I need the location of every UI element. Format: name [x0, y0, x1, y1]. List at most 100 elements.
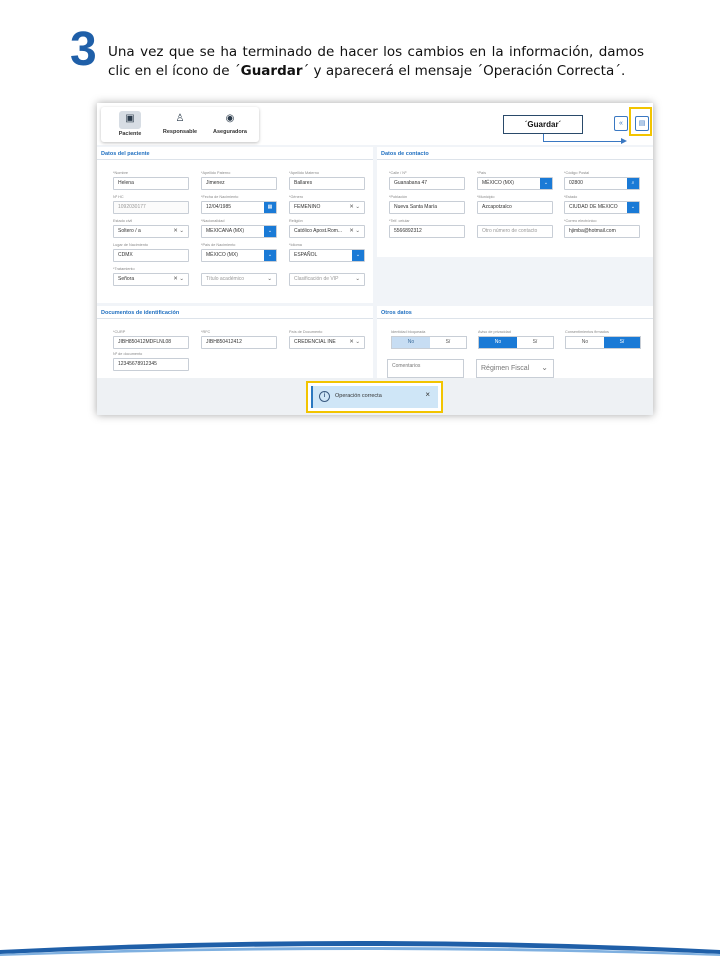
- documents-panel-title: Documentos de identificación: [101, 310, 180, 316]
- field-value[interactable]: Jimenez: [201, 177, 277, 190]
- field-label: Religión: [289, 219, 303, 223]
- divider: [377, 159, 653, 160]
- contact-panel: Datos de contacto *Calle / Nº Guanabana 4…: [377, 147, 653, 257]
- toast-highlight-box: i Operación correcta ×: [306, 381, 443, 413]
- field-value[interactable]: 12/04/1985 ▦: [201, 201, 277, 214]
- field-label: *Estado: [564, 195, 578, 199]
- field-value[interactable]: 12345678912345: [113, 358, 189, 371]
- field-value[interactable]: FEMENINO ✕ ⌄: [289, 201, 365, 214]
- app-screenshot: ▣ Paciente ♙ Responsable ◉ Aseguradora ´…: [97, 103, 653, 415]
- search-icon[interactable]: ⌕: [627, 178, 639, 189]
- field-value[interactable]: CDMX: [113, 249, 189, 262]
- field-value[interactable]: Señora ✕ ⌄: [113, 273, 189, 286]
- nav-tab-label: Paciente: [118, 131, 142, 137]
- nav-tab-label: Aseguradora: [213, 129, 247, 135]
- field-value[interactable]: Título académico ⌄: [201, 273, 277, 286]
- money-card-icon: ◉: [225, 113, 235, 124]
- divider: [377, 318, 653, 319]
- patient-panel-title: Datos del paciente: [101, 151, 150, 157]
- field-value[interactable]: CIUDAD DE MEXICO ⌄: [564, 201, 640, 214]
- field-label: *Municipio: [477, 195, 495, 199]
- person-add-icon: ♙: [175, 113, 185, 124]
- privacy-notice-toggle[interactable]: No Sí: [478, 336, 554, 349]
- patient-panel: Datos del paciente *Nombre Helena *Apelli…: [97, 147, 373, 303]
- nav-tab-label: Responsable: [162, 129, 198, 135]
- footer-wave-decoration: [0, 941, 720, 956]
- field-value[interactable]: Otro número de contacto: [477, 225, 553, 238]
- chevron-down-icon[interactable]: ⌄: [264, 250, 276, 261]
- field-value[interactable]: CREDENCIAL INE ✕ ⌄: [289, 336, 365, 349]
- chevron-down-icon[interactable]: ⌄: [267, 274, 272, 285]
- comments-textarea[interactable]: Comentarios: [387, 359, 464, 378]
- clear-chevron-icon[interactable]: ✕ ⌄: [173, 226, 184, 237]
- field-value[interactable]: Católico Apost.Rom... ✕ ⌄: [289, 225, 365, 238]
- field-label: *Correo electrónico: [564, 219, 597, 223]
- toggle-option-no[interactable]: No: [479, 337, 517, 348]
- field-value[interactable]: Soltero / a ✕ ⌄: [113, 225, 189, 238]
- field-value[interactable]: JIBH850412412: [201, 336, 277, 349]
- chevron-down-icon[interactable]: ⌄: [352, 250, 364, 261]
- field-value[interactable]: Azcapotzalco: [477, 201, 553, 214]
- back-arrow-icon: «: [619, 120, 623, 127]
- chevron-down-icon[interactable]: ⌄: [355, 274, 360, 285]
- field-label: *Calle / Nº: [389, 171, 407, 175]
- chevron-down-icon[interactable]: ⌄: [540, 178, 552, 189]
- field-label: Nº HC: [113, 195, 124, 199]
- signed-consents-toggle[interactable]: No Sí: [565, 336, 641, 349]
- field-value[interactable]: Helena: [113, 177, 189, 190]
- toast-message: Operación correcta: [335, 393, 382, 399]
- field-label: *Población: [389, 195, 408, 199]
- nav-tab-responsable[interactable]: ♙ Responsable: [155, 109, 205, 141]
- divider: [97, 159, 373, 160]
- identity-blocked-toggle[interactable]: No Sí: [391, 336, 467, 349]
- field-value[interactable]: 5566892312: [389, 225, 465, 238]
- toggle-option-yes[interactable]: Sí: [430, 337, 466, 348]
- field-label: *Idioma: [289, 243, 302, 247]
- clear-chevron-icon[interactable]: ✕ ⌄: [349, 337, 360, 348]
- field-label: Lugar de Nacimiento: [113, 243, 149, 247]
- field-label: *Nombre: [113, 171, 128, 175]
- chevron-down-icon[interactable]: ⌄: [264, 226, 276, 237]
- field-value[interactable]: 02800 ⌕: [564, 177, 640, 190]
- section-nav: ▣ Paciente ♙ Responsable ◉ Aseguradora: [101, 107, 259, 142]
- field-label: *Género: [289, 195, 304, 199]
- toggle-option-yes[interactable]: Sí: [517, 337, 553, 348]
- field-value[interactable]: Clasificación de VIP ⌄: [289, 273, 365, 286]
- calendar-icon[interactable]: ▦: [264, 202, 276, 213]
- instruction-text: Una vez que se ha terminado de hacer los…: [108, 44, 644, 79]
- field-value[interactable]: hjimba@hotmail.com: [564, 225, 640, 238]
- field-value: 1092030177: [113, 201, 189, 214]
- clear-chevron-icon[interactable]: ✕ ⌄: [349, 202, 360, 213]
- field-value[interactable]: MEXICANA (MX) ⌄: [201, 225, 277, 238]
- info-icon: i: [319, 391, 330, 402]
- field-value[interactable]: JIBH850412MDFLNL08: [113, 336, 189, 349]
- close-icon[interactable]: ×: [425, 390, 430, 399]
- field-value[interactable]: ESPAÑOL ⌄: [289, 249, 365, 262]
- field-value[interactable]: Guanabana 47: [389, 177, 465, 190]
- toggle-option-yes[interactable]: Sí: [604, 337, 640, 348]
- field-label: *Apellido Paterno: [201, 171, 231, 175]
- field-value[interactable]: Ballares: [289, 177, 365, 190]
- nav-tab-paciente[interactable]: ▣ Paciente: [105, 109, 155, 141]
- id-card-icon: ▣: [119, 111, 141, 129]
- field-value[interactable]: Nueva Santa María: [389, 201, 465, 214]
- field-value[interactable]: MÉXICO (MX) ⌄: [201, 249, 277, 262]
- nav-tab-aseguradora[interactable]: ◉ Aseguradora: [205, 109, 255, 141]
- field-label: País de Documento: [289, 330, 323, 334]
- guardar-callout: ´Guardar´: [503, 115, 583, 134]
- toggle-option-no[interactable]: No: [392, 337, 430, 348]
- top-bar: ▣ Paciente ♙ Responsable ◉ Aseguradora ´…: [97, 103, 653, 145]
- step-number: 3: [70, 23, 97, 76]
- clear-chevron-icon[interactable]: ✕ ⌄: [349, 226, 360, 237]
- tax-regime-select[interactable]: Régimen Fiscal ⌄: [476, 359, 554, 378]
- chevron-down-icon[interactable]: ⌄: [627, 202, 639, 213]
- field-value[interactable]: MÉXICO (MX) ⌄: [477, 177, 553, 190]
- other-data-panel-title: Otros datos: [381, 310, 412, 316]
- back-button[interactable]: «: [614, 116, 628, 131]
- callout-arrow-line: [543, 141, 623, 142]
- chevron-down-icon[interactable]: ⌄: [541, 363, 548, 372]
- save-highlight-box: [629, 107, 652, 136]
- toggle-option-no[interactable]: No: [566, 337, 604, 348]
- clear-chevron-icon[interactable]: ✕ ⌄: [173, 274, 184, 285]
- field-label: *CURP: [113, 330, 126, 334]
